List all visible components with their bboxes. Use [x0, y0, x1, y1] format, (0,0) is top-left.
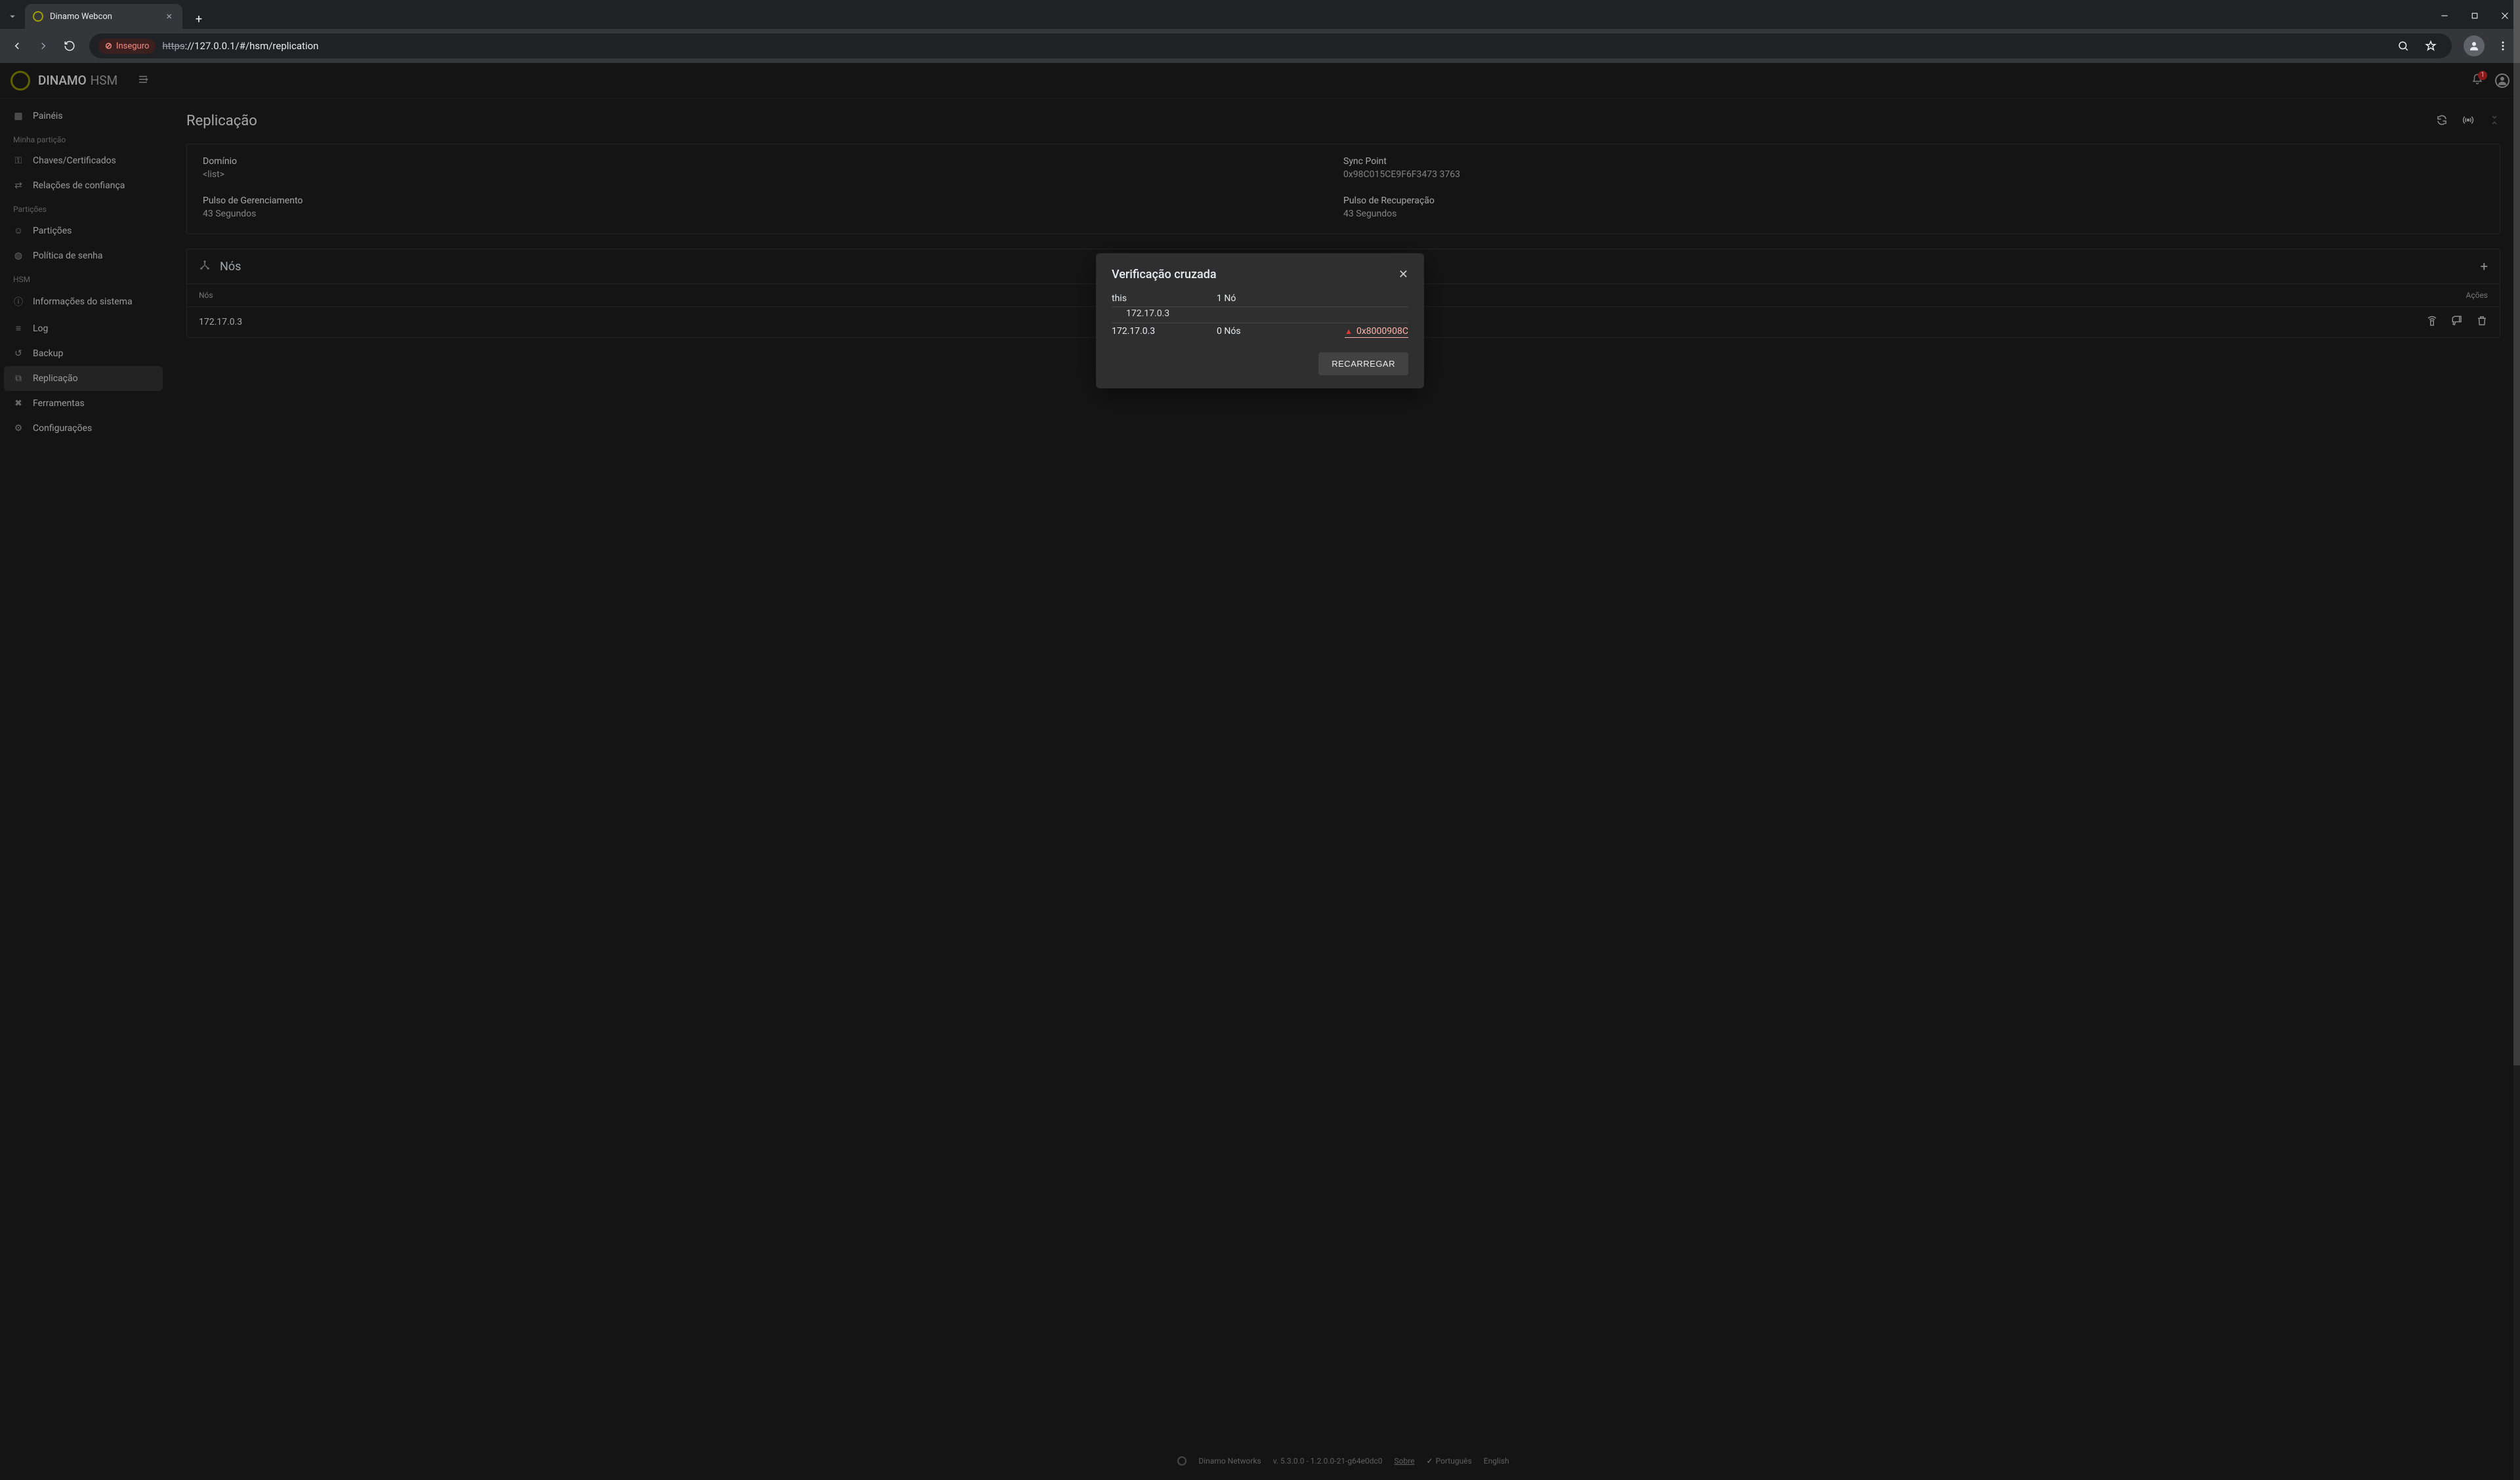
tab-favicon — [33, 11, 43, 22]
nav-forward-button[interactable] — [32, 34, 55, 58]
nav-reload-button[interactable] — [58, 34, 81, 58]
browser-menu-button[interactable] — [2491, 34, 2515, 58]
modal-backdrop[interactable]: Verificação cruzada ✕ this 1 Nó 172.17.0… — [0, 63, 2520, 1480]
new-tab-button[interactable]: + — [189, 9, 209, 29]
cross-name: 172.17.0.3 — [1112, 326, 1217, 338]
cross-count: 0 Nós — [1217, 326, 1295, 338]
browser-tab[interactable]: Dinamo Webcon × — [25, 4, 182, 29]
address-bar[interactable]: Inseguro https://127.0.0.1/#/hsm/replica… — [89, 33, 2452, 58]
reload-button[interactable]: RECARREGAR — [1318, 352, 1408, 375]
tab-title: Dinamo Webcon — [50, 12, 112, 22]
window-maximize[interactable] — [2460, 3, 2490, 29]
cross-row: 172.17.0.3 0 Nós 0x8000908C — [1112, 323, 1408, 340]
nav-back-button[interactable] — [5, 34, 29, 58]
tab-search-dropdown[interactable] — [0, 4, 25, 29]
modal-close-icon[interactable]: ✕ — [1398, 268, 1408, 281]
browser-toolbar: Inseguro https://127.0.0.1/#/hsm/replica… — [0, 29, 2520, 63]
cross-row: this 1 Nó — [1112, 291, 1408, 307]
cross-check-modal: Verificação cruzada ✕ this 1 Nó 172.17.0… — [1096, 253, 1424, 388]
browser-titlebar: Dinamo Webcon × + — [0, 0, 2520, 29]
cross-count: 1 Nó — [1217, 293, 1295, 304]
zoom-icon[interactable] — [2391, 34, 2415, 58]
window-minimize[interactable] — [2429, 3, 2460, 29]
cross-sub-ip: 172.17.0.3 — [1112, 307, 1408, 323]
bookmark-icon[interactable] — [2419, 34, 2443, 58]
window-controls — [2429, 3, 2520, 29]
cross-error-link[interactable]: 0x8000908C — [1345, 326, 1408, 338]
profile-button[interactable] — [2464, 35, 2485, 56]
url-text: https://127.0.0.1/#/hsm/replication — [162, 40, 318, 52]
tab-close-icon[interactable]: × — [163, 9, 175, 24]
modal-title: Verificação cruzada — [1112, 268, 1217, 281]
insecure-badge[interactable]: Inseguro — [98, 39, 156, 54]
cross-name: this — [1112, 293, 1217, 304]
